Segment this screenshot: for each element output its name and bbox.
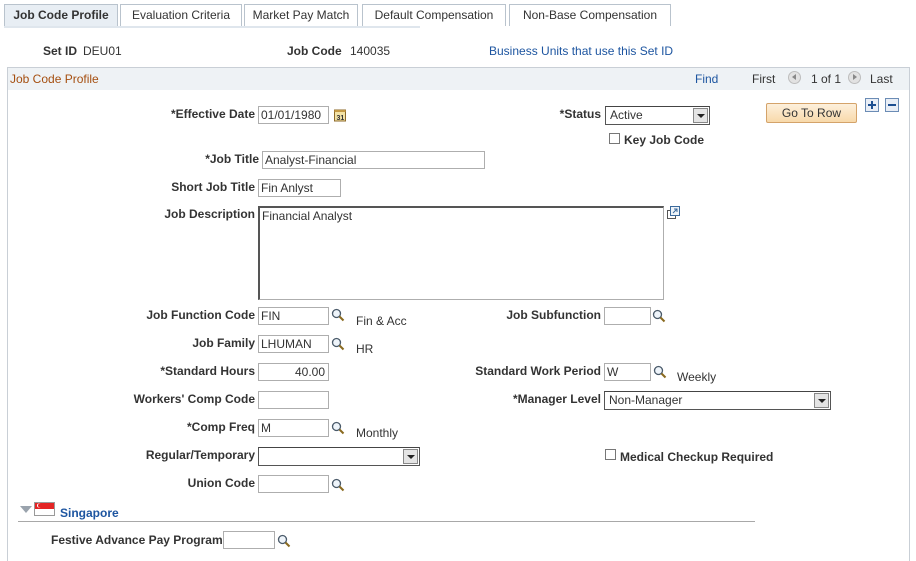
job-family-label: Job Family	[192, 336, 255, 350]
tab-default-compensation[interactable]: Default Compensation	[362, 4, 506, 26]
job-function-description: Fin & Acc	[356, 314, 407, 328]
dropdown-arrow-icon	[814, 393, 829, 408]
comp-freq-label: *Comp Freq	[186, 420, 255, 434]
status-select[interactable]: Active	[605, 106, 710, 125]
svg-text:31: 31	[337, 115, 345, 122]
collapse-triangle-icon[interactable]	[20, 506, 32, 514]
business-units-link[interactable]: Business Units that use this Set ID	[489, 44, 673, 58]
effective-date-input[interactable]: 01/01/1980	[258, 106, 329, 124]
regular-temporary-label: Regular/Temporary	[145, 448, 255, 462]
short-job-title-input[interactable]: Fin Anlyst	[258, 179, 341, 197]
find-link[interactable]: Find	[695, 72, 718, 86]
key-job-code-checkbox[interactable]	[609, 133, 620, 144]
job-title-input[interactable]: Analyst-Financial	[262, 151, 485, 169]
minus-icon	[888, 104, 896, 106]
short-job-title-label: Short Job Title	[171, 180, 255, 194]
previous-row-button[interactable]	[788, 71, 801, 84]
delete-row-button[interactable]	[885, 98, 899, 112]
row-position: 1 of 1	[811, 72, 842, 86]
union-code-label: Union Code	[187, 476, 255, 490]
scroll-area-title: Job Code Profile	[10, 72, 99, 86]
singapore-section-title[interactable]: Singapore	[60, 506, 119, 520]
setid-label: Set ID	[43, 44, 78, 58]
standard-work-period-input[interactable]: W	[604, 363, 651, 381]
calendar-icon[interactable]: 31	[333, 108, 347, 122]
manager-level-label: *Manager Level	[512, 392, 601, 406]
singapore-flag-icon	[34, 502, 55, 516]
scroll-area-header: Job Code Profile Find First 1 of 1 Last	[8, 68, 909, 90]
tab-underline	[4, 26, 420, 28]
effective-date-label: *Effective Date	[170, 107, 255, 121]
job-code-profile-scroll-area: Job Code Profile Find First 1 of 1 Last	[7, 67, 910, 561]
arrow-left-icon	[792, 74, 796, 80]
standard-hours-input[interactable]: 40.00	[258, 363, 329, 381]
festive-advance-pay-input[interactable]	[223, 531, 275, 549]
standard-work-period-description: Weekly	[677, 370, 717, 384]
lookup-icon[interactable]	[331, 337, 345, 351]
job-description-label: Job Description	[164, 207, 255, 221]
add-row-button[interactable]	[865, 98, 879, 112]
standard-work-period-label: Standard Work Period	[475, 364, 601, 378]
tab-market-pay-match[interactable]: Market Pay Match	[244, 4, 358, 26]
lookup-icon[interactable]	[331, 308, 345, 322]
job-subfunction-label: Job Subfunction	[506, 308, 601, 322]
job-family-input[interactable]: LHUMAN	[258, 335, 329, 353]
lookup-icon[interactable]	[277, 534, 291, 548]
workers-comp-code-label: Workers' Comp Code	[133, 392, 255, 406]
go-to-row-button[interactable]: Go To Row	[766, 103, 857, 123]
tab-non-base-compensation[interactable]: Non-Base Compensation	[509, 4, 671, 26]
job-function-code-label: Job Function Code	[146, 308, 255, 322]
job-title-label: *Job Title	[205, 152, 259, 166]
expand-textarea-icon[interactable]	[667, 206, 680, 219]
arrow-right-icon	[853, 74, 857, 80]
key-job-code-label: Key Job Code	[624, 133, 705, 147]
first-label: First	[752, 72, 776, 86]
tab-evaluation-criteria[interactable]: Evaluation Criteria	[120, 4, 242, 26]
medical-checkup-label: Medical Checkup Required	[620, 450, 774, 464]
job-description-textarea[interactable]	[258, 206, 664, 300]
tab-job-code-profile[interactable]: Job Code Profile	[4, 4, 118, 26]
regular-temporary-select[interactable]	[258, 447, 420, 466]
workers-comp-code-input[interactable]	[258, 391, 329, 409]
manager-level-select[interactable]: Non-Manager	[604, 391, 831, 410]
next-row-button[interactable]	[848, 71, 861, 84]
dropdown-arrow-icon	[693, 108, 708, 123]
union-code-input[interactable]	[258, 475, 329, 493]
lookup-icon[interactable]	[331, 478, 345, 492]
job-subfunction-input[interactable]	[604, 307, 651, 325]
comp-freq-input[interactable]: M	[258, 419, 329, 437]
job-family-description: HR	[356, 342, 374, 356]
lookup-icon[interactable]	[331, 421, 345, 435]
jobcode-label: Job Code	[287, 44, 342, 58]
dropdown-arrow-icon	[403, 449, 418, 464]
medical-checkup-checkbox[interactable]	[605, 449, 616, 460]
section-divider	[18, 521, 755, 522]
last-label: Last	[870, 72, 893, 86]
comp-freq-description: Monthly	[356, 426, 399, 440]
standard-hours-label: *Standard Hours	[160, 364, 255, 378]
job-function-code-input[interactable]: FIN	[258, 307, 329, 325]
lookup-icon[interactable]	[653, 365, 667, 379]
lookup-icon[interactable]	[652, 309, 666, 323]
setid-value: DEU01	[83, 44, 122, 58]
festive-advance-pay-label: Festive Advance Pay Program	[51, 533, 223, 547]
status-label: *Status	[559, 107, 601, 121]
jobcode-value: 140035	[350, 44, 391, 58]
